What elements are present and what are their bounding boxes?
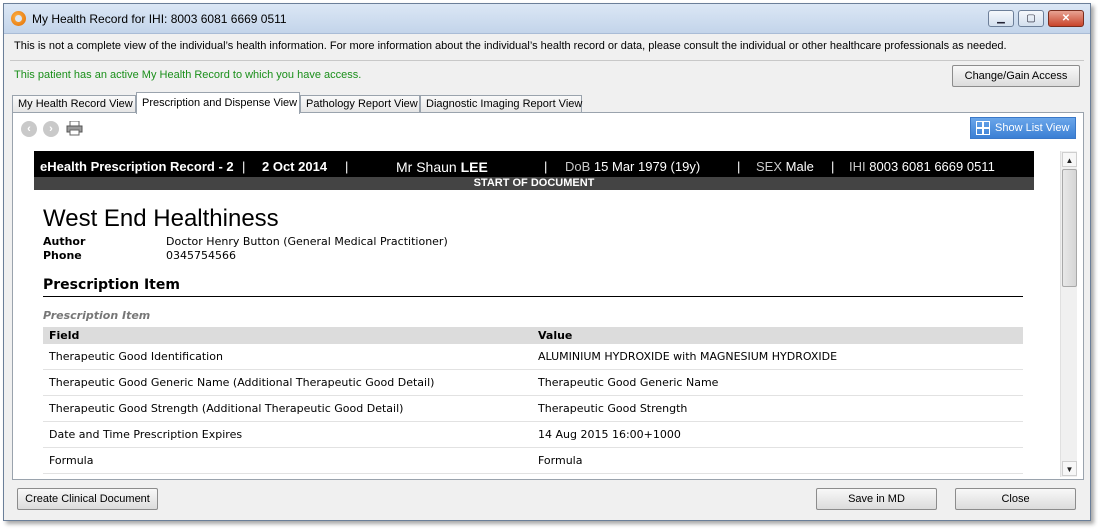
record-title: eHealth Prescription Record - 2 <box>40 159 234 174</box>
patient-name: Mr Shaun LEE <box>396 159 488 175</box>
app-logo-icon <box>11 11 26 26</box>
document-toolbar: ‹ › Show List View <box>13 113 1083 143</box>
phone-value: 0345754566 <box>166 249 236 262</box>
change-gain-access-button[interactable]: Change/Gain Access <box>952 65 1080 87</box>
tab-prescription-and-dispense-view[interactable]: Prescription and Dispense View <box>136 92 300 114</box>
row-value: 14 Aug 2015 16:00+1000 <box>538 428 681 441</box>
author-label: Author <box>43 235 86 248</box>
record-date: 2 Oct 2014 <box>262 159 328 174</box>
forward-arrow-icon[interactable]: › <box>43 121 59 137</box>
grid-view-icon <box>976 121 990 135</box>
table-row: Therapeutic Good Identification ALUMINIU… <box>43 344 1023 370</box>
table-header: Field Value <box>43 327 1023 344</box>
row-value: ALUMINIUM HYDROXIDE with MAGNESIUM HYDRO… <box>538 350 838 363</box>
table-row: Therapeutic Good Generic Name (Additiona… <box>43 370 1023 396</box>
disclaimer-text: This is not a complete view of the indiv… <box>14 40 1007 52</box>
document-scrollbar[interactable]: ▲ ▼ <box>1060 151 1077 477</box>
tab-pathology-report-view[interactable]: Pathology Report View <box>300 95 420 113</box>
back-arrow-icon[interactable]: ‹ <box>21 121 37 137</box>
minimize-button[interactable]: ▁ <box>988 10 1014 27</box>
start-of-document-banner: START OF DOCUMENT <box>34 177 1034 190</box>
section-title: Prescription Item <box>43 277 180 293</box>
subsection-title: Prescription Item <box>43 309 151 322</box>
scrollbar-thumb[interactable] <box>1062 169 1077 287</box>
header-separator: | <box>242 159 246 174</box>
save-in-md-button[interactable]: Save in MD <box>816 488 937 510</box>
patient-sex: SEX Male <box>756 159 814 174</box>
health-record-window: My Health Record for IHI: 8003 6081 6669… <box>3 3 1091 521</box>
tab-diagnostic-imaging-report-view[interactable]: Diagnostic Imaging Report View <box>420 95 582 113</box>
column-header-field: Field <box>49 329 80 342</box>
row-field: Formula <box>49 454 94 467</box>
organisation-name: West End Healthiness <box>43 205 279 232</box>
row-field: Therapeutic Good Identification <box>49 350 223 363</box>
row-value: Therapeutic Good Generic Name <box>538 376 719 389</box>
section-divider <box>43 296 1023 297</box>
patient-dob: DoB 15 Mar 1979 (19y) <box>565 159 701 174</box>
row-field: Therapeutic Good Generic Name (Additiona… <box>49 376 435 389</box>
author-value: Doctor Henry Button (General Medical Pra… <box>166 235 448 248</box>
close-window-button[interactable]: ✕ <box>1048 10 1084 27</box>
patient-ihi: IHI 8003 6081 6669 0511 <box>849 159 995 174</box>
create-clinical-document-button[interactable]: Create Clinical Document <box>17 488 158 510</box>
tab-content-panel: ‹ › Show List View eHealth Prescription … <box>12 112 1084 480</box>
scroll-up-icon[interactable]: ▲ <box>1062 152 1077 167</box>
scroll-down-icon[interactable]: ▼ <box>1062 461 1077 476</box>
header-separator: | <box>737 159 741 174</box>
row-value: Therapeutic Good Strength <box>538 402 688 415</box>
table-row: Therapeutic Good Strength (Additional Th… <box>43 396 1023 422</box>
table-row: Formula Formula <box>43 448 1023 474</box>
phone-label: Phone <box>43 249 82 262</box>
document-viewer[interactable]: eHealth Prescription Record - 2 | 2 Oct … <box>21 151 1059 477</box>
document-header-bar: eHealth Prescription Record - 2 | 2 Oct … <box>34 151 1034 190</box>
row-value: Formula <box>538 454 583 467</box>
printer-icon[interactable] <box>66 121 83 136</box>
header-separator: | <box>544 159 548 174</box>
row-field: Date and Time Prescription Expires <box>49 428 243 441</box>
title-bar[interactable]: My Health Record for IHI: 8003 6081 6669… <box>4 4 1090 34</box>
show-list-view-label: Show List View <box>995 122 1070 134</box>
show-list-view-button[interactable]: Show List View <box>970 117 1076 139</box>
divider <box>10 60 1084 61</box>
header-separator: | <box>831 159 835 174</box>
column-header-value: Value <box>538 329 573 342</box>
header-separator: | <box>345 159 349 174</box>
maximize-button[interactable]: ▢ <box>1018 10 1044 27</box>
window-title: My Health Record for IHI: 8003 6081 6669… <box>32 12 287 26</box>
access-status-message: This patient has an active My Health Rec… <box>14 69 362 81</box>
close-button[interactable]: Close <box>955 488 1076 510</box>
table-row: Date and Time Prescription Expires 14 Au… <box>43 422 1023 448</box>
row-field: Therapeutic Good Strength (Additional Th… <box>49 402 404 415</box>
tab-my-health-record-view[interactable]: My Health Record View <box>12 95 136 113</box>
